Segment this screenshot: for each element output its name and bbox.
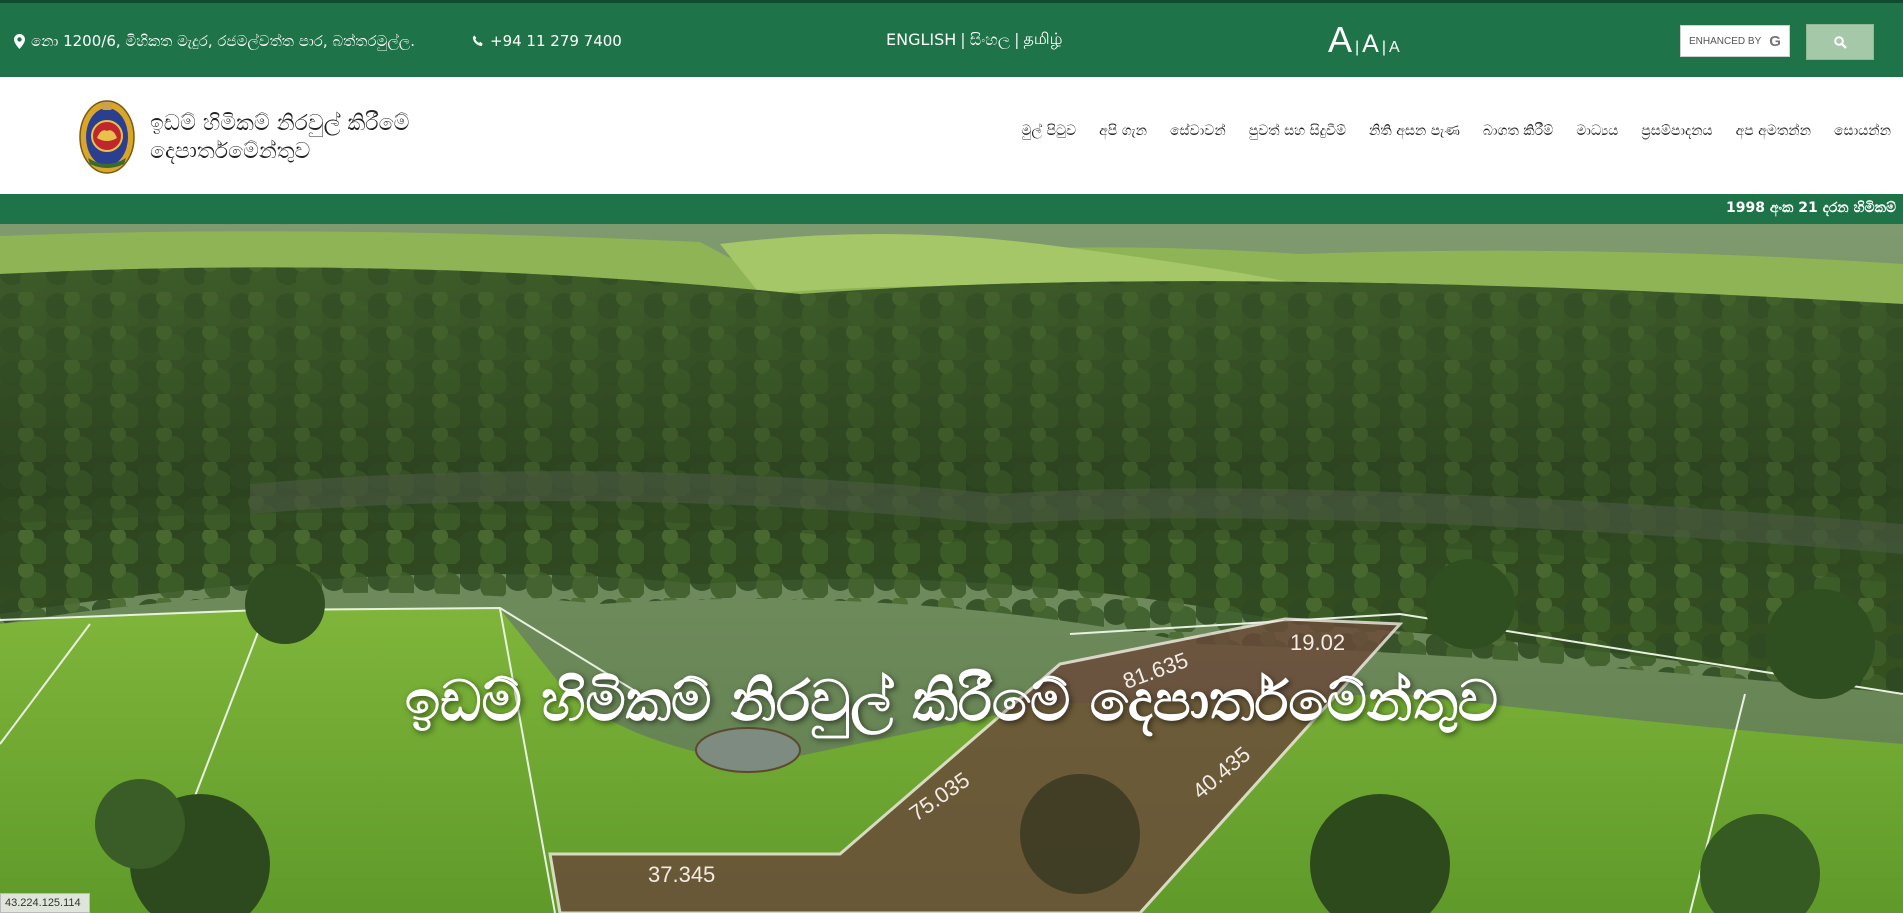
nav-about[interactable]: අපි ගැන	[1099, 123, 1147, 139]
hero-title: ඉඩම් හිමිකම් නිරවුල් කිරීමේ දෙපාර්තමේන්ත…	[404, 669, 1499, 734]
top-bar: නො 1200/6, මිහිකත මැදුර, රජමල්වත්ත පාර, …	[0, 0, 1903, 77]
address: නො 1200/6, මිහිකත මැදුර, රජමල්වත්ත පාර, …	[14, 32, 415, 50]
nav-news-events[interactable]: පුවත් සහ සිදුවීම්	[1249, 123, 1346, 139]
ticker-text[interactable]: 1998 අංක 21 දරන හිමිකම්	[1726, 200, 1896, 216]
government-emblem-logo[interactable]	[78, 96, 136, 174]
search-button[interactable]	[1806, 24, 1874, 60]
lang-separator: |	[960, 30, 966, 49]
hero-landscape-image	[0, 224, 1903, 913]
address-text: නො 1200/6, මිහිකත මැදුර, රජමල්වත්ත පාර, …	[31, 32, 415, 50]
plot-label: 37.345	[648, 862, 716, 887]
lang-english[interactable]: ENGLISH	[886, 30, 956, 49]
lang-sinhala[interactable]: සිංහල	[970, 30, 1010, 50]
font-size-large-button[interactable]: A	[1328, 19, 1352, 61]
font-size-separator: |	[1355, 39, 1360, 56]
phone-number: +94 11 279 7400	[490, 32, 622, 50]
site-brand[interactable]: ඉඩම් හිමිකම් නිරවුල් කිරීමේ දෙපාර්තමේන්ත…	[150, 110, 409, 166]
search-input[interactable]: ENHANCED BY G	[1680, 25, 1790, 57]
font-size-controls: A | A | A	[1328, 19, 1400, 61]
news-ticker[interactable]: 1998 අංක 21 දරන හිමිකම්	[0, 194, 1903, 224]
nav-services[interactable]: සේවාවන්	[1170, 123, 1226, 139]
map-marker-icon	[14, 33, 25, 49]
nav-media[interactable]: මාධ්‍යය	[1576, 123, 1618, 139]
site-header: ඉඩම් හිමිකම් නිරවුල් කිරීමේ දෙපාර්තමේන්ත…	[0, 77, 1903, 194]
main-navigation: මුල් පිටුව අපි ගැන සේවාවන් පුවත් සහ සිදු…	[1021, 123, 1891, 139]
phone-icon	[472, 35, 483, 46]
brand-line-1: ඉඩම් හිමිකම් නිරවුල් කිරීමේ	[150, 111, 410, 136]
search-icon	[1833, 35, 1847, 49]
ip-address-badge: 43.224.125.114	[0, 893, 90, 913]
lang-tamil[interactable]: தமிழ்	[1023, 29, 1062, 50]
nav-contact[interactable]: අප අමතන්න	[1736, 123, 1811, 139]
nav-downloads[interactable]: බාගත කිරීම්	[1483, 123, 1553, 139]
nav-procurement[interactable]: ප්‍රසම්පාදනය	[1641, 123, 1712, 139]
hero-banner: 19.02 81.635 40.435 75.035 37.345 ඉඩම් හ…	[0, 224, 1903, 913]
font-size-separator: |	[1381, 39, 1387, 56]
plot-label: 19.02	[1290, 630, 1346, 655]
nav-search[interactable]: සොයන්න	[1834, 123, 1891, 139]
phone: +94 11 279 7400	[472, 32, 622, 50]
lang-separator: |	[1014, 30, 1020, 49]
brand-line-2: දෙපාර්තමේන්තුව	[150, 139, 311, 164]
font-size-small-button[interactable]: A	[1389, 39, 1400, 57]
language-switcher: ENGLISH | සිංහල | தமிழ்	[886, 29, 1063, 50]
google-logo-icon: G	[1769, 32, 1781, 50]
nav-home[interactable]: මුල් පිටුව	[1021, 123, 1076, 139]
search-placeholder: ENHANCED BY	[1689, 35, 1762, 47]
nav-faq[interactable]: නිති අසන පැණ	[1369, 123, 1460, 139]
font-size-medium-button[interactable]: A	[1362, 30, 1379, 59]
